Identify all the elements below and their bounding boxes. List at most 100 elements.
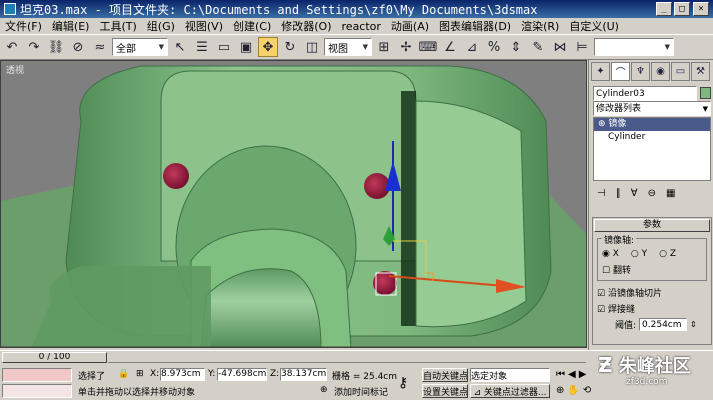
stack-item-cylinder[interactable]: Cylinder [594, 131, 710, 144]
select-region-icon[interactable]: ▭ [214, 37, 234, 57]
object-name-field[interactable]: Cylinder03 [593, 86, 697, 101]
rollout-title: 参数 [642, 220, 661, 230]
time-tag-icon[interactable]: ⊕ [320, 385, 328, 395]
rollout-header[interactable]: 参数 [594, 219, 710, 232]
menu-modifiers[interactable]: 修改器(O) [276, 18, 336, 34]
select-icon[interactable]: ↖ [170, 37, 190, 57]
weld-checkbox[interactable]: ☑ 焊接缝 [597, 302, 707, 315]
show-end-result-icon[interactable]: ∥ [616, 188, 621, 199]
menu-group[interactable]: 组(G) [142, 18, 180, 34]
axis-y-radio[interactable]: ○ Y [631, 249, 647, 259]
create-tab-icon[interactable]: ✦ [591, 62, 610, 81]
menu-create[interactable]: 创建(C) [228, 18, 276, 34]
flip-checkbox[interactable]: ☐ 翻转 [602, 263, 702, 276]
reference-coord-dropdown[interactable]: 视图 ▼ [324, 38, 372, 56]
modify-tab-icon[interactable]: ⌒ [611, 62, 630, 81]
threshold-field[interactable]: 0.254cm [639, 318, 688, 331]
weld-label: 焊接缝 [607, 305, 635, 315]
auto-key-button[interactable]: 自动关键点 [422, 368, 468, 382]
z-coord-field[interactable]: 38.137cm [280, 368, 327, 381]
mirror-icon[interactable]: ⋈ [550, 37, 570, 57]
rotate-icon[interactable]: ↻ [280, 37, 300, 57]
percent-snap-icon[interactable]: % [484, 37, 504, 57]
play-icon[interactable]: ▶ [579, 369, 587, 380]
rivet-bottom [373, 271, 397, 295]
orbit-icon[interactable]: ⟲ [583, 385, 591, 396]
title-bar: 坦克03.max - 项目文件夹: C:\Documents and Setti… [0, 0, 713, 18]
named-selection-sets-dropdown[interactable]: ▼ [594, 38, 674, 56]
flip-label: 翻转 [612, 266, 631, 276]
selection-filter-dropdown[interactable]: 全部 ▼ [112, 38, 168, 56]
set-key-button[interactable]: 设置关键点 [422, 384, 468, 398]
undo-icon[interactable]: ↶ [2, 37, 22, 57]
selected-object-dropdown[interactable]: 选定对象 [470, 368, 550, 382]
command-panel: ✦ ⌒ ♆ ◉ ▭ ⚒ Cylinder03 修改器列表 ▼ ⊕ 镜像 Cyli… [588, 60, 713, 350]
menu-file[interactable]: 文件(F) [0, 18, 47, 34]
menu-tools[interactable]: 工具(T) [94, 18, 141, 34]
object-color-swatch[interactable] [700, 87, 711, 99]
motion-tab-icon[interactable]: ◉ [651, 62, 670, 81]
maximize-button[interactable]: □ [674, 2, 690, 16]
configure-sets-icon[interactable]: ▦ [666, 188, 675, 199]
select-by-name-icon[interactable]: ☰ [192, 37, 212, 57]
close-button[interactable]: × [693, 2, 709, 16]
prev-frame-icon[interactable]: ◀ [568, 369, 576, 380]
unlink-icon[interactable]: ⊘ [68, 37, 88, 57]
grid-status: 栅格 = 25.4cm [332, 372, 398, 382]
lock-selection-icon[interactable]: 🔒 [118, 369, 129, 379]
axis-z-radio[interactable]: ○ Z [659, 249, 676, 259]
maxscript-mini[interactable] [2, 384, 72, 398]
bind-icon[interactable]: ≈ [90, 37, 110, 57]
window-crossing-icon[interactable]: ▣ [236, 37, 256, 57]
time-slider[interactable]: 0 / 100 [2, 352, 107, 363]
menu-animation[interactable]: 动画(A) [386, 18, 434, 34]
display-tab-icon[interactable]: ▭ [671, 62, 690, 81]
key-filters-button[interactable]: ⊿ 关键点过滤器... [470, 384, 550, 398]
transform-mode-icon[interactable]: ⊞ [136, 369, 144, 379]
pin-stack-icon[interactable]: ⊣ [597, 188, 606, 199]
viewport-label[interactable]: 透视 [6, 63, 24, 76]
stack-item-label: 镜像 [608, 119, 627, 129]
axis-x-radio[interactable]: ◉ X [602, 249, 619, 259]
pan-icon[interactable]: ✋ [567, 385, 579, 396]
minimize-button[interactable]: _ [656, 2, 672, 16]
slice-checkbox[interactable]: ☑ 沿镜像轴切片 [597, 286, 707, 299]
utilities-tab-icon[interactable]: ⚒ [691, 62, 710, 81]
link-icon[interactable]: ⛓ [46, 37, 66, 57]
snap-icon[interactable]: ∠ [440, 37, 460, 57]
go-to-start-icon[interactable]: ⏮ [556, 369, 565, 380]
menu-edit[interactable]: 编辑(E) [47, 18, 95, 34]
menu-customize[interactable]: 自定义(U) [564, 18, 624, 34]
hierarchy-tab-icon[interactable]: ♆ [631, 62, 650, 81]
add-time-tag[interactable]: 添加时间标记 [334, 385, 388, 398]
stack-controls: ⊣ ∥ ∀ ⊖ ▦ [593, 185, 711, 201]
light-bulb-icon[interactable]: ⊕ [598, 119, 606, 129]
spinner-icon[interactable]: ⇕ [690, 320, 697, 329]
keyboard-shortcut-icon[interactable]: ⌨ [418, 37, 438, 57]
angle-snap-icon[interactable]: ⊿ [462, 37, 482, 57]
command-panel-tabs: ✦ ⌒ ♆ ◉ ▭ ⚒ [591, 62, 712, 82]
y-coord-field[interactable]: -47.698cm [217, 368, 267, 381]
redo-icon[interactable]: ↷ [24, 37, 44, 57]
pivot-icon[interactable]: ⊞ [374, 37, 394, 57]
align-icon[interactable]: ⊨ [572, 37, 592, 57]
menu-views[interactable]: 视图(V) [180, 18, 228, 34]
scale-icon[interactable]: ◫ [302, 37, 322, 57]
x-coord-field[interactable]: 8.973cm [160, 368, 205, 381]
named-selection-icon[interactable]: ✎ [528, 37, 548, 57]
spinner-snap-icon[interactable]: ⇕ [506, 37, 526, 57]
maxscript-listener[interactable] [2, 368, 72, 382]
move-icon[interactable]: ✥ [258, 37, 278, 57]
stack-item-mirror[interactable]: ⊕ 镜像 [594, 118, 710, 131]
modifier-list-dropdown[interactable]: 修改器列表 ▼ [593, 101, 711, 116]
remove-modifier-icon[interactable]: ⊖ [648, 188, 656, 199]
perspective-viewport[interactable]: 透视 [0, 60, 587, 348]
zoom-icon[interactable]: ⊕ [556, 385, 564, 396]
menu-reactor[interactable]: reactor [337, 20, 386, 33]
key-icon[interactable]: ⚷ [398, 375, 408, 391]
make-unique-icon[interactable]: ∀ [631, 188, 638, 199]
track-bar[interactable] [108, 352, 586, 363]
menu-graph-editors[interactable]: 图表编辑器(D) [434, 18, 516, 34]
manipulate-icon[interactable]: ✢ [396, 37, 416, 57]
menu-rendering[interactable]: 渲染(R) [516, 18, 564, 34]
